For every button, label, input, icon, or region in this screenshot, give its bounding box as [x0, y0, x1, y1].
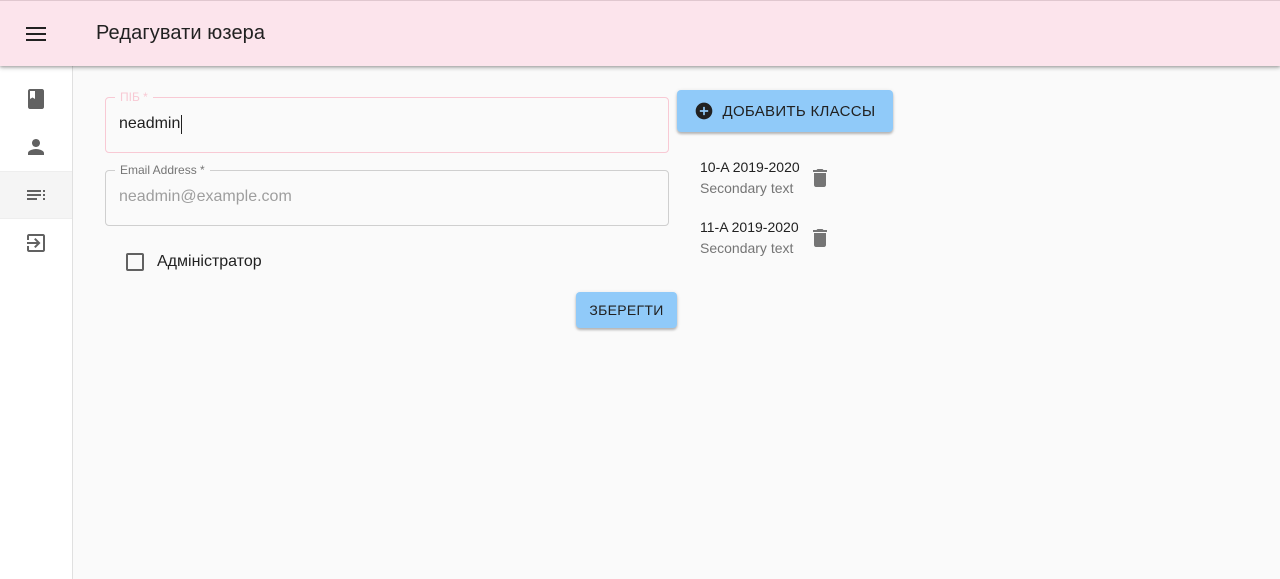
class-secondary-text: Secondary text: [700, 240, 794, 256]
admin-checkbox-row[interactable]: Адміністратор: [126, 253, 262, 271]
email-field[interactable]: Email Address *: [105, 163, 669, 226]
list-item: 10-A 2019-2020 Secondary text: [700, 159, 800, 197]
menu-button[interactable]: [18, 16, 54, 52]
text-caret: [181, 115, 182, 134]
drawer-item-login[interactable]: [0, 219, 72, 267]
delete-class-button[interactable]: [808, 226, 832, 250]
add-classes-label: Добавить классы: [722, 102, 876, 120]
save-button[interactable]: Зберегти: [576, 292, 677, 328]
trash-icon: [813, 229, 827, 247]
trash-icon: [813, 169, 827, 187]
admin-checkbox-label: Адміністратор: [157, 253, 262, 270]
name-field-label: ПІБ *: [115, 90, 153, 104]
name-input[interactable]: [119, 115, 639, 133]
list-icon: [27, 190, 45, 200]
book-icon: [28, 89, 44, 109]
drawer-item-book[interactable]: [0, 75, 72, 123]
email-input[interactable]: [119, 188, 639, 206]
login-icon: [27, 234, 45, 252]
class-secondary-text: Secondary text: [700, 180, 794, 196]
page-title: Редагувати юзера: [96, 22, 266, 44]
drawer-item-list[interactable]: [0, 171, 72, 219]
drawer-item-person[interactable]: [0, 123, 72, 171]
delete-class-button[interactable]: [808, 166, 832, 190]
name-field[interactable]: ПІБ *: [105, 90, 669, 153]
side-drawer: [0, 66, 73, 579]
list-item: 11-A 2019-2020 Secondary text: [700, 219, 799, 257]
person-icon: [28, 139, 44, 155]
app-bar: Редагувати юзера: [0, 0, 1280, 66]
admin-checkbox[interactable]: [126, 253, 144, 271]
add-classes-button[interactable]: Добавить классы: [677, 90, 893, 132]
email-field-label: Email Address *: [115, 163, 210, 177]
class-name: 10-A 2019-2020: [700, 159, 800, 175]
add-circle-icon: [696, 102, 713, 120]
class-name: 11-A 2019-2020: [700, 219, 799, 235]
